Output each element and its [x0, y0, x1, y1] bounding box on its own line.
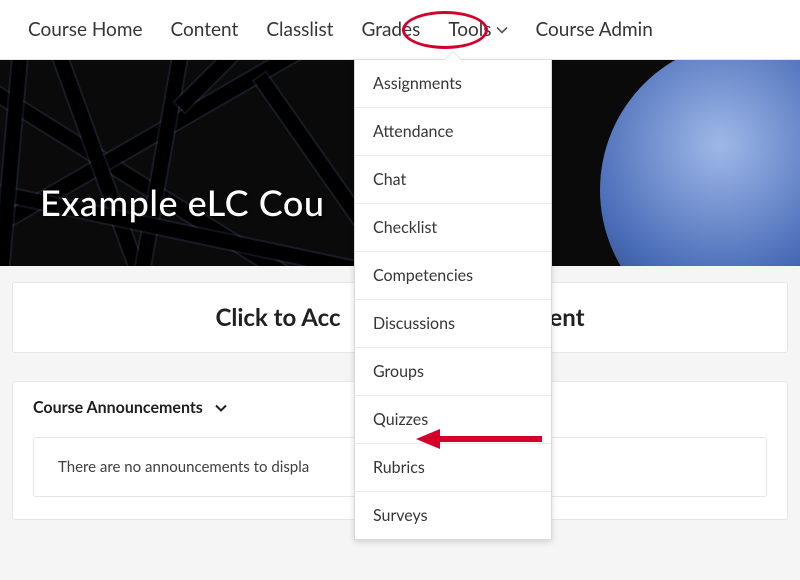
tools-menu-competencies[interactable]: Competencies [355, 252, 551, 300]
nav-classlist-label: Classlist [266, 18, 333, 41]
nav-content-label: Content [171, 18, 239, 41]
announcements-header-label: Course Announcements [33, 398, 203, 417]
nav-classlist[interactable]: Classlist [256, 12, 343, 47]
tools-dropdown: Assignments Attendance Chat Checklist Co… [354, 60, 552, 540]
access-content-label-left: Click to Acc [215, 303, 340, 332]
tools-menu-label: Assignments [373, 74, 462, 93]
tools-menu-label: Rubrics [373, 458, 425, 477]
nav-course-admin-label: Course Admin [536, 18, 653, 41]
tools-menu-discussions[interactable]: Discussions [355, 300, 551, 348]
tools-menu-label: Surveys [373, 506, 428, 525]
nav-content[interactable]: Content [161, 12, 249, 47]
tools-menu-chat[interactable]: Chat [355, 156, 551, 204]
tools-menu-quizzes[interactable]: Quizzes [355, 396, 551, 444]
tools-menu-label: Discussions [373, 314, 455, 333]
tools-menu-label: Chat [373, 170, 406, 189]
nav-grades[interactable]: Grades [351, 12, 430, 47]
course-banner-title: Example eLC Cou [40, 180, 324, 224]
announcements-empty-text: There are no announcements to displa [58, 458, 309, 476]
tools-menu-label: Competencies [373, 266, 473, 285]
nav-tools[interactable]: Tools [438, 12, 517, 47]
tools-menu-groups[interactable]: Groups [355, 348, 551, 396]
tools-menu-rubrics[interactable]: Rubrics [355, 444, 551, 492]
tools-menu-label: Groups [373, 362, 424, 381]
tools-menu-label: Attendance [373, 122, 453, 141]
course-navbar: Course Home Content Classlist Grades Too… [0, 0, 800, 60]
nav-course-home[interactable]: Course Home [18, 12, 153, 47]
banner-sphere-graphic [600, 60, 800, 266]
chevron-down-icon [215, 402, 227, 414]
tools-menu-assignments[interactable]: Assignments [355, 60, 551, 108]
tools-menu-label: Quizzes [373, 410, 428, 429]
tools-menu-label: Checklist [373, 218, 437, 237]
nav-tools-label: Tools [448, 18, 491, 41]
nav-course-home-label: Course Home [28, 18, 143, 41]
nav-course-admin[interactable]: Course Admin [526, 12, 663, 47]
chevron-down-icon [496, 24, 508, 36]
tools-menu-checklist[interactable]: Checklist [355, 204, 551, 252]
tools-menu-surveys[interactable]: Surveys [355, 492, 551, 539]
nav-grades-label: Grades [361, 18, 420, 41]
tools-menu-attendance[interactable]: Attendance [355, 108, 551, 156]
